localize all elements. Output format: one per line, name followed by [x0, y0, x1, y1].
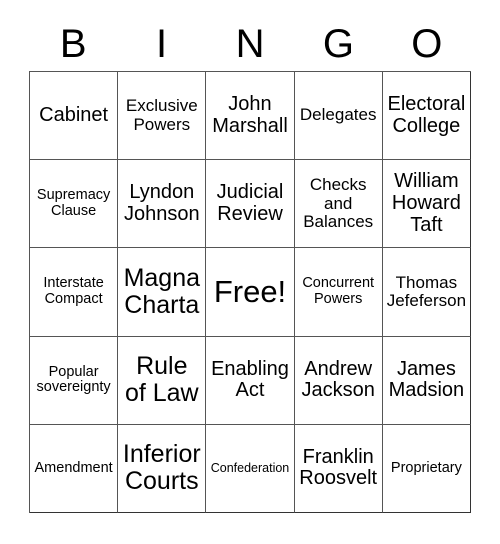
- bingo-cell-label: Supremacy Clause: [36, 187, 111, 219]
- bingo-header-letter-i: I: [156, 21, 168, 66]
- bingo-cell-label: William Howard Taft: [391, 170, 461, 236]
- bingo-cell-label: Delegates: [299, 105, 377, 125]
- bingo-cell-label: Enabling Act: [211, 357, 289, 402]
- bingo-cell-r4c1[interactable]: Popular sovereignty: [30, 336, 119, 425]
- bingo-cell-label: Franklin Roosvelt: [299, 445, 378, 490]
- bingo-cell-r2c1[interactable]: Supremacy Clause: [30, 160, 119, 249]
- bingo-cell-label: Confederation: [210, 460, 290, 475]
- bingo-cell-label: John Marshall: [212, 93, 288, 137]
- bingo-cell-label: Lyndon Johnson: [123, 181, 200, 225]
- bingo-cell-r4c5[interactable]: James Madsion: [382, 336, 471, 425]
- bingo-cell-label: Free!: [213, 274, 287, 310]
- bingo-cell-r5c5[interactable]: Proprietary: [382, 424, 471, 513]
- bingo-cell-label: Exclusive Powers: [125, 96, 198, 134]
- bingo-free-space[interactable]: Free!: [206, 248, 295, 337]
- bingo-cell-r4c3[interactable]: Enabling Act: [206, 336, 295, 425]
- bingo-cell-r5c4[interactable]: Franklin Roosvelt: [294, 424, 383, 513]
- bingo-cell-r5c1[interactable]: Amendment: [30, 424, 119, 513]
- bingo-header-letter-g: G: [322, 21, 354, 66]
- bingo-cell-r1c3[interactable]: John Marshall: [206, 72, 295, 161]
- bingo-cell-r2c3[interactable]: Judicial Review: [206, 160, 295, 249]
- bingo-cell-label: Cabinet: [39, 103, 109, 126]
- bingo-cell-r1c4[interactable]: Delegates: [294, 72, 383, 161]
- bingo-cell-r3c4[interactable]: Concurrent Powers: [294, 248, 383, 337]
- bingo-cell-label: Amendment: [34, 459, 113, 476]
- bingo-cell-r4c2[interactable]: Rule of Law: [118, 336, 207, 425]
- bingo-cell-label: Magna Charta: [123, 263, 201, 319]
- bingo-cell-r5c2[interactable]: Inferior Courts: [118, 424, 207, 513]
- bingo-cell-label: Thomas Jefeferson: [386, 272, 467, 310]
- bingo-cell-label: Popular sovereignty: [36, 363, 111, 396]
- bingo-cell-label: Andrew Jackson: [301, 357, 375, 402]
- bingo-header-letter-b: B: [59, 21, 87, 66]
- bingo-cell-r2c5[interactable]: William Howard Taft: [382, 160, 471, 249]
- bingo-cell-label: Concurrent Powers: [302, 275, 375, 307]
- bingo-cell-r2c2[interactable]: Lyndon Johnson: [118, 160, 207, 249]
- bingo-cell-r1c1[interactable]: Cabinet: [30, 72, 119, 161]
- bingo-cell-label: Judicial Review: [216, 181, 284, 225]
- bingo-cell-label: Interstate Compact: [43, 275, 104, 307]
- bingo-cell-r3c5[interactable]: Thomas Jefeferson: [382, 248, 471, 337]
- bingo-cell-r5c3[interactable]: Confederation: [206, 424, 295, 513]
- bingo-cell-label: Rule of Law: [124, 352, 199, 408]
- bingo-header-letter-n: N: [235, 21, 265, 66]
- bingo-cell-r1c2[interactable]: Exclusive Powers: [118, 72, 207, 161]
- bingo-cell-label: Electoral College: [387, 93, 466, 137]
- bingo-cell-label: Inferior Courts: [122, 440, 201, 496]
- bingo-header-letter-o: O: [411, 21, 443, 66]
- bingo-cell-label: Proprietary: [390, 459, 462, 476]
- bingo-cell-r2c4[interactable]: Checks and Balances: [294, 160, 383, 249]
- bingo-cell-r1c5[interactable]: Electoral College: [382, 72, 471, 161]
- bingo-cell-r3c2[interactable]: Magna Charta: [118, 248, 207, 337]
- bingo-cell-r4c4[interactable]: Andrew Jackson: [294, 336, 383, 425]
- bingo-card: B I N G O Cabinet Exclusive Powers John Marsha…: [0, 0, 500, 544]
- bingo-cell-label: James Madsion: [388, 357, 465, 402]
- bingo-cell-r3c1[interactable]: Interstate Compact: [30, 248, 119, 337]
- bingo-grid: Cabinet Exclusive Powers John Marshall Dele…: [29, 71, 471, 513]
- bingo-header-row: BINGO: [29, 16, 471, 71]
- bingo-cell-label: Checks and Balances: [303, 175, 374, 231]
